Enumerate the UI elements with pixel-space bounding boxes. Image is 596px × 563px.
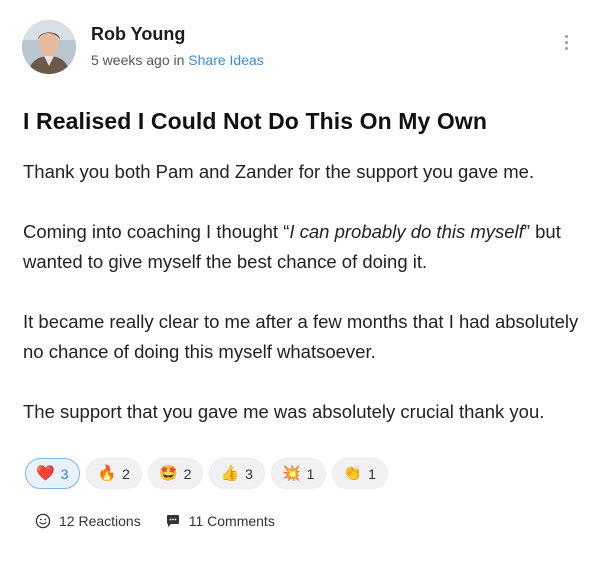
thumbs-up-icon: 👍 <box>220 464 240 482</box>
paragraph-2-start: Coming into coaching I thought “ <box>23 221 290 242</box>
reaction-count: 1 <box>368 465 376 482</box>
heart-icon: ❤️ <box>36 464 55 482</box>
clap-icon: 👏 <box>343 464 363 482</box>
post-header: Rob Young 5 weeks ago in Share Ideas <box>22 20 578 76</box>
reaction-chip-heart[interactable]: ❤️ 3 <box>25 458 81 489</box>
sparkle-icon: 💥 <box>281 464 301 482</box>
reaction-chip-star-struck[interactable]: 🤩 2 <box>147 458 204 489</box>
comment-icon <box>166 515 179 527</box>
more-options-icon[interactable] <box>560 32 572 56</box>
post-time: 5 weeks ago <box>91 52 170 68</box>
post-body: Thank you both Pam and Zander for the su… <box>23 157 588 457</box>
paragraph-4: The support that you gave me was absolut… <box>23 401 545 422</box>
paragraph-1: Thank you both Pam and Zander for the su… <box>23 161 535 182</box>
fire-icon: 🔥 <box>97 464 117 482</box>
reaction-chip-sparkle[interactable]: 💥 1 <box>270 458 327 489</box>
author-name[interactable]: Rob Young <box>91 24 185 45</box>
post-meta: 5 weeks ago in Share Ideas <box>91 52 264 68</box>
reactions-count-label: 12 Reactions <box>59 513 141 529</box>
reaction-chip-fire[interactable]: 🔥 2 <box>86 458 142 489</box>
reaction-count: 1 <box>306 465 315 482</box>
paragraph-2: Coming into coaching I thought “I can pr… <box>23 217 588 277</box>
reaction-count: 3 <box>245 465 253 482</box>
reaction-chip-clap[interactable]: 👏 1 <box>332 458 388 489</box>
star-struck-icon: 🤩 <box>158 464 178 482</box>
post-footer: 12 Reactions 11 Comments <box>35 513 299 529</box>
reaction-count: 3 <box>60 465 69 482</box>
comments-button[interactable]: 11 Comments <box>165 513 275 529</box>
paragraph-2-quote: I can probably do this myself <box>289 221 524 242</box>
reaction-chip-thumbs-up[interactable]: 👍 3 <box>209 458 265 489</box>
reactions-summary-button[interactable]: 12 Reactions <box>35 513 141 529</box>
group-link[interactable]: Share Ideas <box>188 52 264 68</box>
reaction-count: 2 <box>122 465 130 482</box>
reactions-bar: ❤️ 3 🔥 2 🤩 2 👍 3 💥 1 👏 1 <box>25 458 388 490</box>
avatar-image <box>22 20 76 74</box>
in-label: in <box>173 52 185 68</box>
reaction-count: 2 <box>183 465 192 482</box>
avatar[interactable] <box>22 20 76 74</box>
paragraph-3: It became really clear to me after a few… <box>23 311 579 362</box>
comments-count-label: 11 Comments <box>188 513 275 529</box>
post-title: I Realised I Could Not Do This On My Own <box>23 108 488 134</box>
smiley-icon <box>35 513 51 529</box>
